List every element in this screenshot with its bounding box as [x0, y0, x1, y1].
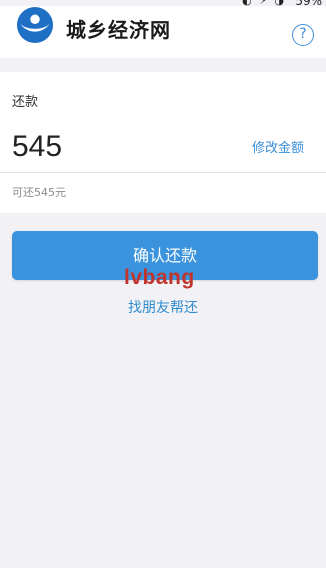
repay-label: 还款: [12, 95, 39, 110]
logo-icon: [16, 6, 54, 44]
app-header: 城乡经济网 ?: [0, 6, 326, 58]
friend-help-link[interactable]: 找朋友帮还: [0, 297, 326, 317]
modify-amount-link[interactable]: 修改金额: [252, 137, 304, 156]
help-button[interactable]: ?: [292, 24, 314, 46]
divider: [0, 172, 326, 173]
available-hint: 可还545元: [12, 186, 66, 199]
watermark: lvbang: [124, 266, 195, 289]
screen: ◐ ⚡ ◑ 59% 城乡经济网 ? 还款 545 修改金额 可还545元 确认还…: [0, 0, 326, 568]
repay-card: 还款 545 修改金额 可还545元: [0, 72, 326, 213]
brand-name: 城乡经济网: [66, 18, 171, 42]
amount-input[interactable]: 545: [12, 130, 62, 164]
